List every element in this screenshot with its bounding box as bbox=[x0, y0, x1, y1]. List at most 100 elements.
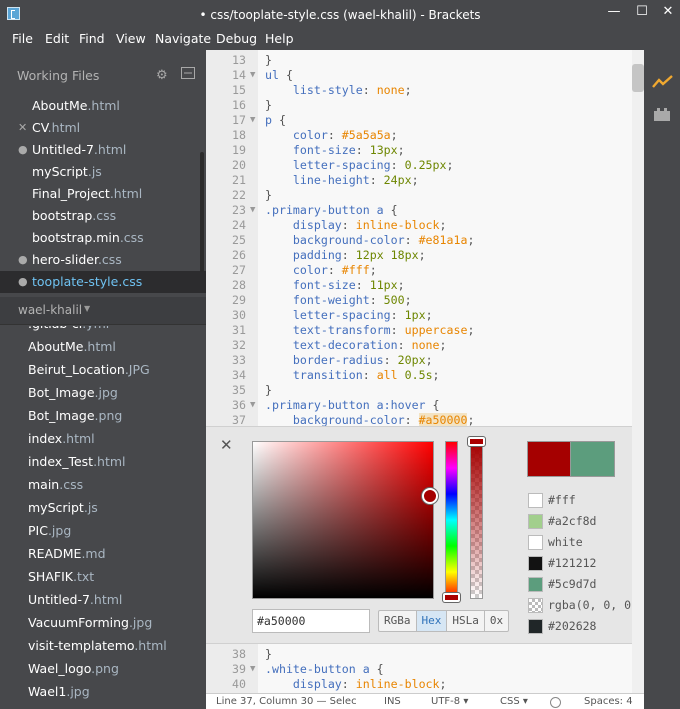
split-view-icon[interactable] bbox=[181, 67, 195, 83]
live-preview-icon[interactable] bbox=[652, 74, 674, 90]
color-swatch-item[interactable]: rgba(0, 0, 0 bbox=[528, 595, 638, 616]
language-dropdown[interactable]: CSS ▾ bbox=[500, 696, 528, 707]
project-file-item[interactable]: Bot_Image.jpg bbox=[28, 381, 118, 404]
minimize-button[interactable]: — bbox=[602, 2, 626, 22]
color-swatch-item[interactable]: #202628 bbox=[528, 616, 638, 637]
project-file-item[interactable]: .gitlab-ci.yml bbox=[28, 326, 109, 335]
color-swatch-item[interactable]: #fff bbox=[528, 490, 638, 511]
project-file-item[interactable]: SHAFIK.txt bbox=[28, 565, 94, 588]
file-status-marker[interactable]: ● bbox=[18, 139, 28, 161]
linter-status-icon[interactable] bbox=[550, 697, 561, 708]
code-line: 19 font-size: 13px; bbox=[206, 143, 632, 158]
project-file-item[interactable]: index.html bbox=[28, 427, 95, 450]
color-swatch-item[interactable]: #5c9d7d bbox=[528, 574, 638, 595]
project-file-item[interactable]: README.md bbox=[28, 542, 106, 565]
encoding-dropdown[interactable]: UTF-8 ▾ bbox=[431, 696, 468, 707]
saturation-brightness-handle[interactable] bbox=[422, 488, 439, 505]
project-file-item[interactable]: main.css bbox=[28, 473, 83, 496]
project-file-item[interactable]: VacuumForming.jpg bbox=[28, 611, 152, 634]
working-files-scrollbar[interactable] bbox=[200, 152, 204, 272]
project-file-item[interactable]: index_Test.html bbox=[28, 450, 126, 473]
file-status-marker[interactable]: ● bbox=[18, 271, 28, 293]
working-file-item[interactable]: ● tooplate-style.css bbox=[0, 271, 206, 293]
project-file-item[interactable]: Beirut_Location.JPG bbox=[28, 358, 150, 381]
project-dropdown[interactable]: wael-khalil ▼ bbox=[0, 297, 206, 325]
original-color-swatch[interactable] bbox=[571, 441, 615, 477]
fold-toggle-icon[interactable]: ▼ bbox=[250, 68, 255, 83]
fold-toggle-icon[interactable]: ▼ bbox=[250, 398, 255, 413]
line-number: 26 bbox=[232, 248, 246, 262]
close-picker-icon[interactable]: ✕ bbox=[220, 436, 233, 454]
fold-toggle-icon[interactable]: ▼ bbox=[250, 662, 255, 677]
inline-color-picker: ✕ RGBaHexHSLa0x #fff #a2cf8d white #121212 #… bbox=[206, 426, 632, 644]
code-line: 26 padding: 12px 18px; bbox=[206, 248, 632, 263]
file-status-marker[interactable]: ✕ bbox=[18, 117, 28, 139]
working-file-item[interactable]: ● Untitled-7.html bbox=[0, 139, 206, 161]
line-number: 19 bbox=[232, 143, 246, 157]
sidebar: Working Files ⚙ AboutMe.html ✕ CV.html ● Unt… bbox=[0, 50, 206, 709]
format-button-hex[interactable]: Hex bbox=[416, 611, 448, 631]
working-file-item[interactable]: ● hero-slider.css bbox=[0, 249, 206, 271]
menu-help[interactable]: Help bbox=[265, 31, 294, 46]
saturation-brightness-field[interactable] bbox=[252, 441, 434, 599]
code-text: text-decoration: none; bbox=[265, 338, 447, 352]
opacity-slider[interactable] bbox=[470, 441, 483, 599]
code-text: color: #5a5a5a; bbox=[265, 128, 398, 142]
project-file-item[interactable]: visit-templatemo.html bbox=[28, 634, 167, 657]
working-file-item[interactable]: Final_Project.html bbox=[0, 183, 206, 205]
code-line: 31 text-transform: uppercase; bbox=[206, 323, 632, 338]
menu-view[interactable]: View bbox=[116, 31, 146, 46]
color-swatch-item[interactable]: #a2cf8d bbox=[528, 511, 638, 532]
color-swatch-item[interactable]: #121212 bbox=[528, 553, 638, 574]
project-file-item[interactable]: Wael_logo.png bbox=[28, 657, 119, 680]
close-window-button[interactable]: ✕ bbox=[656, 2, 680, 22]
working-file-item[interactable]: ✕ CV.html bbox=[0, 117, 206, 139]
indentation-setting[interactable]: Spaces: 4 bbox=[584, 696, 633, 707]
fold-toggle-icon[interactable]: ▼ bbox=[250, 113, 255, 128]
hue-slider-handle[interactable] bbox=[443, 593, 460, 602]
project-file-item[interactable]: Untitled-7.html bbox=[28, 588, 122, 611]
project-file-item[interactable]: myScript.js bbox=[28, 496, 98, 519]
format-button-hsla[interactable]: HSLa bbox=[447, 611, 485, 631]
code-text: display: inline-block; bbox=[265, 677, 447, 691]
menu-find[interactable]: Find bbox=[79, 31, 105, 46]
color-swatch-item[interactable]: white bbox=[528, 532, 638, 553]
format-button-rgba[interactable]: RGBa bbox=[379, 611, 417, 631]
menu-navigate[interactable]: Navigate bbox=[155, 31, 211, 46]
line-number: 28 bbox=[232, 278, 246, 292]
file-status-marker[interactable]: ● bbox=[18, 249, 28, 271]
menu-file[interactable]: File bbox=[12, 31, 33, 46]
opacity-slider-handle[interactable] bbox=[468, 437, 485, 446]
hue-slider[interactable] bbox=[445, 441, 458, 599]
extension-manager-icon[interactable] bbox=[652, 106, 672, 122]
line-number: 35 bbox=[232, 383, 246, 397]
line-number: 22 bbox=[232, 188, 246, 202]
project-file-item[interactable]: Bot_Image.png bbox=[28, 404, 122, 427]
code-line: 28 font-size: 11px; bbox=[206, 278, 632, 293]
line-number: 23 bbox=[232, 203, 246, 217]
working-file-item[interactable]: myScript.js bbox=[0, 161, 206, 183]
code-line: 13} bbox=[206, 53, 632, 68]
hex-value-input[interactable] bbox=[252, 609, 370, 633]
working-file-item[interactable]: AboutMe.html bbox=[0, 95, 206, 117]
maximize-button[interactable]: ☐ bbox=[630, 2, 654, 22]
editor-scrollbar-thumb[interactable] bbox=[632, 64, 644, 92]
project-file-item[interactable]: PIC.jpg bbox=[28, 519, 71, 542]
insert-mode-toggle[interactable]: INS bbox=[384, 696, 401, 707]
working-file-item[interactable]: bootstrap.css bbox=[0, 205, 206, 227]
project-file-item[interactable]: AboutMe.html bbox=[28, 335, 116, 358]
code-line: 15 list-style: none; bbox=[206, 83, 632, 98]
working-file-name: bootstrap.min.css bbox=[32, 230, 144, 245]
project-file-item[interactable]: Wael1.jpg bbox=[28, 680, 90, 703]
code-line: 40 display: inline-block; bbox=[206, 677, 632, 692]
code-text: .white-button a { bbox=[265, 662, 384, 676]
format-button-0x[interactable]: 0x bbox=[485, 611, 508, 631]
working-file-item[interactable]: bootstrap.min.css bbox=[0, 227, 206, 249]
menu-edit[interactable]: Edit bbox=[45, 31, 69, 46]
code-text: font-size: 11px; bbox=[265, 278, 405, 292]
fold-toggle-icon[interactable]: ▼ bbox=[250, 203, 255, 218]
code-text: border-radius: 20px; bbox=[265, 353, 433, 367]
code-text: .primary-button a:hover { bbox=[265, 398, 440, 412]
menu-debug[interactable]: Debug bbox=[216, 31, 257, 46]
gear-icon[interactable]: ⚙ bbox=[156, 68, 168, 83]
